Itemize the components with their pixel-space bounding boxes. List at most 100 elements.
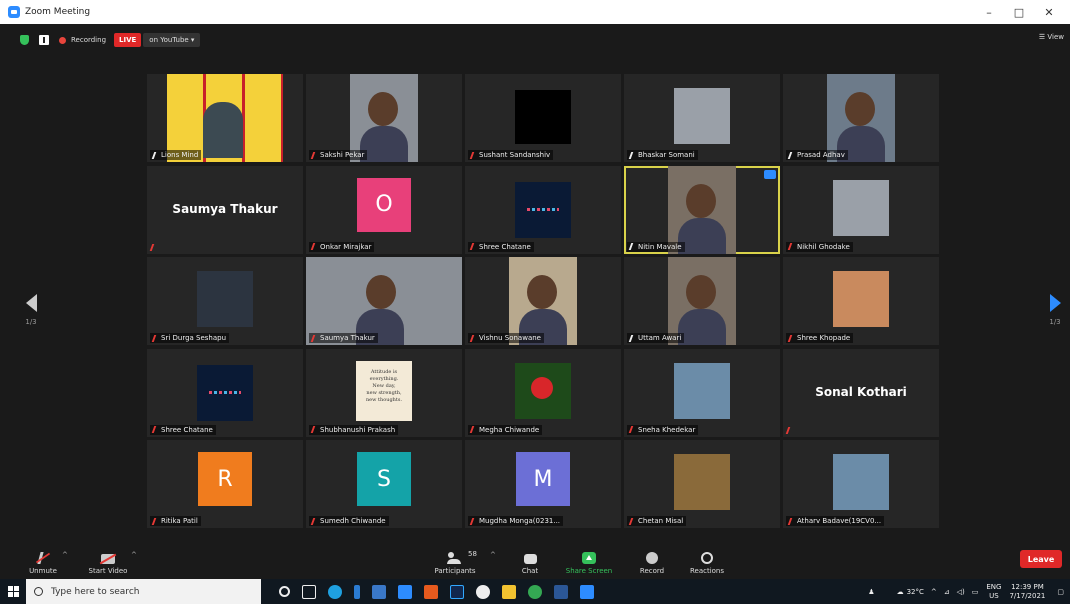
weather-icon[interactable]: ☁	[897, 588, 904, 596]
participant-tile[interactable]: Attitude is everything. New day, new streng…	[306, 348, 462, 437]
participant-tile[interactable]: Saumya Thakur	[306, 257, 462, 345]
xbox-icon[interactable]	[476, 584, 490, 599]
next-page[interactable]: 1/3	[1045, 294, 1065, 326]
participant-name-tag: Uttam Awari	[627, 333, 685, 343]
chrome-icon[interactable]	[528, 584, 542, 599]
prev-page-arrow-icon[interactable]	[25, 294, 37, 312]
file-icon[interactable]	[354, 584, 360, 599]
title-bar: Zoom Meeting – □ ✕	[0, 0, 1070, 24]
security-shield-icon[interactable]	[20, 35, 29, 45]
participant-tile[interactable]: Megha Chiwande	[465, 348, 621, 437]
participant-tile[interactable]: Sonal Kothari	[783, 348, 939, 437]
participant-tile[interactable]: Shree Chatane	[465, 165, 621, 254]
battery-icon[interactable]: ▭	[972, 588, 979, 596]
participants-caret-icon[interactable]: ^	[490, 551, 496, 559]
clock[interactable]: 12:39 PM 7/17/2021	[1009, 583, 1045, 601]
participant-tile[interactable]: Lions Mind	[147, 74, 303, 162]
mic-icon	[151, 151, 160, 159]
zoom-app-icon	[8, 6, 20, 18]
zoom-taskbar-icon[interactable]	[580, 584, 594, 599]
tray-overflow-icon[interactable]: ^	[931, 588, 937, 596]
notifications-icon[interactable]: ▢	[1057, 588, 1064, 596]
more-options-icon[interactable]	[764, 169, 776, 179]
participant-figure	[203, 102, 243, 158]
participant-tile[interactable]: Shree Chatane	[147, 348, 303, 437]
participant-image	[674, 454, 730, 510]
participant-tile[interactable]: R Ritika Patil	[147, 440, 303, 528]
participant-tile[interactable]: S Sumedh Chiwande	[306, 440, 462, 528]
quote-line: new thoughts.	[365, 396, 403, 403]
participant-tile[interactable]: Bhaskar Somani	[624, 74, 780, 162]
participant-tile[interactable]: O Onkar Mirajkar	[306, 165, 462, 254]
participant-face	[368, 92, 398, 126]
volume-icon[interactable]: ◁)	[957, 588, 965, 596]
record-button[interactable]: Record	[636, 541, 668, 579]
live-target-dropdown[interactable]: on YouTube ▾	[143, 33, 201, 47]
participant-tile[interactable]: Sneha Khedekar	[624, 348, 780, 437]
participant-big-name: Sonal Kothari	[815, 384, 907, 399]
reactions-button[interactable]: Reactions	[686, 541, 728, 579]
language-indicator[interactable]: ENG US	[986, 583, 1001, 601]
participant-tile[interactable]: Sakshi Pekar	[306, 74, 462, 162]
participant-name-tag: Sakshi Pekar	[309, 150, 368, 160]
participant-gallery: Lions Mind Sakshi Pekar Sushant Sandanshiv…	[147, 74, 939, 529]
chat-button[interactable]: Chat	[516, 541, 544, 579]
start-video-button[interactable]: Start Video	[84, 541, 132, 579]
participant-image	[833, 179, 889, 236]
edge-icon[interactable]	[328, 584, 342, 599]
view-button[interactable]: ☰ View	[1039, 33, 1064, 41]
word-icon[interactable]	[554, 584, 568, 599]
participant-name: Lions Mind	[161, 151, 199, 159]
participant-tile[interactable]: M Mugdha Monga(0231...	[465, 440, 621, 528]
keyboard-icon[interactable]	[39, 35, 49, 45]
people-icon[interactable]: ♟	[868, 588, 874, 596]
participant-tile[interactable]: Sri Durga Seshapu	[147, 257, 303, 345]
minimize-button[interactable]: –	[974, 6, 1004, 19]
weather-temp[interactable]: 32°C	[907, 588, 924, 596]
participant-tile[interactable]: Uttam Awari	[624, 257, 780, 345]
participant-tile[interactable]: Chetan Misal	[624, 440, 780, 528]
participant-name: Saumya Thakur	[320, 334, 375, 342]
participant-tile[interactable]: Shree Khopade	[783, 257, 939, 345]
recording-label[interactable]: Recording	[71, 36, 106, 44]
participants-label: Participants	[434, 567, 476, 575]
taskbar-search[interactable]: Type here to search	[26, 579, 261, 604]
participant-name: Uttam Awari	[638, 334, 682, 342]
participant-tile[interactable]: Atharv Badave(19CV0...	[783, 440, 939, 528]
store-icon[interactable]	[372, 584, 386, 599]
maximize-button[interactable]: □	[1004, 6, 1034, 19]
photoshop-icon[interactable]	[450, 584, 464, 599]
participants-button[interactable]: Participants	[430, 541, 480, 579]
participant-name: Sakshi Pekar	[320, 151, 365, 159]
next-page-arrow-icon[interactable]	[1049, 294, 1061, 312]
mic-muted-icon	[787, 517, 796, 525]
share-screen-button[interactable]: Share Screen	[562, 541, 616, 579]
cortana-icon[interactable]	[279, 586, 290, 597]
leave-button[interactable]: Leave	[1020, 550, 1062, 568]
participant-name: Onkar Mirajkar	[320, 242, 372, 251]
close-button[interactable]: ✕	[1034, 6, 1064, 19]
participant-tile[interactable]: Vishnu Sonawane	[465, 257, 621, 345]
participant-body	[678, 217, 726, 254]
participant-tile[interactable]: Nikhil Ghodake	[783, 165, 939, 254]
participant-tile[interactable]: Sushant Sandanshiv	[465, 74, 621, 162]
participant-tile[interactable]: Nitin Mavale	[624, 165, 780, 254]
prev-page[interactable]: 1/3	[21, 294, 41, 326]
audio-options-caret-icon[interactable]: ^	[62, 551, 68, 559]
office-icon[interactable]	[424, 584, 438, 599]
live-badge[interactable]: LIVE	[114, 33, 142, 47]
video-options-caret-icon[interactable]: ^	[131, 551, 137, 559]
unmute-button[interactable]: Unmute	[26, 541, 60, 579]
task-view-icon[interactable]	[302, 584, 316, 599]
mail-icon[interactable]	[398, 584, 412, 599]
mic-muted-icon	[310, 334, 319, 342]
participant-avatar: S	[357, 452, 411, 506]
mic-muted-icon	[628, 426, 637, 433]
participant-tile[interactable]: Saumya Thakur	[147, 165, 303, 254]
file-explorer-icon[interactable]	[502, 584, 516, 599]
windows-start-icon[interactable]	[0, 579, 26, 604]
mic-muted-icon	[469, 243, 478, 250]
participant-tile[interactable]: Prasad Adhav	[783, 74, 939, 162]
network-icon[interactable]: ⊿	[944, 588, 950, 596]
participant-face	[527, 275, 557, 309]
